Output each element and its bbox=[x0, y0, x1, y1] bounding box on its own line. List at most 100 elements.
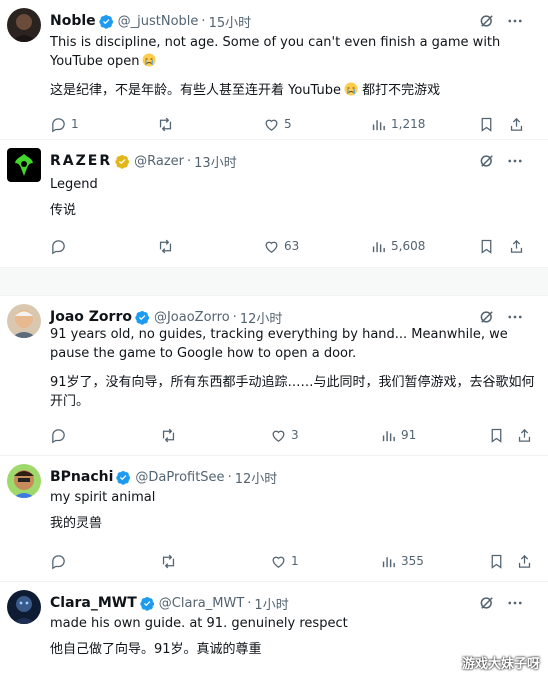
tweet-text-en: This is discipline, not age. Some of you… bbox=[50, 35, 501, 69]
repost-icon bbox=[159, 239, 172, 253]
share-button[interactable] bbox=[516, 550, 533, 572]
heart-icon bbox=[272, 430, 285, 442]
views-chart-icon bbox=[372, 241, 385, 252]
tweet-text-en: my spirit animal bbox=[50, 490, 156, 505]
separator-dot: · bbox=[187, 153, 192, 169]
tweet-text: 91 years old, no guides, tracking everyt… bbox=[50, 325, 536, 411]
author-name[interactable]: BPnachi bbox=[50, 469, 113, 485]
bookmark-button[interactable] bbox=[478, 235, 495, 257]
tweet-razer[interactable]: RAZER @Razer · 13小时 Legend 传说 63 5,608 bbox=[0, 140, 548, 268]
tweet-bpnachi[interactable]: BPnachi @DaProfitSee · 12小时 my spirit an… bbox=[0, 456, 548, 582]
bookmark-icon bbox=[481, 117, 492, 132]
reply-button[interactable] bbox=[50, 235, 71, 257]
views-button[interactable]: 91 bbox=[380, 424, 416, 446]
heart-icon bbox=[265, 241, 278, 253]
separator-dot: · bbox=[232, 309, 237, 325]
author-handle[interactable]: @_justNoble bbox=[118, 14, 199, 29]
avatar-clara-mwt[interactable] bbox=[7, 590, 41, 624]
views-button[interactable]: 5,608 bbox=[370, 235, 425, 257]
more-options-icon[interactable] bbox=[506, 594, 524, 612]
share-button[interactable] bbox=[516, 424, 533, 446]
repost-icon bbox=[162, 428, 175, 442]
separator-dot: · bbox=[227, 469, 232, 485]
tweet-text-cn: 这是纪律，不是年龄。有些人甚至连开着 YouTube 都打不完游戏 bbox=[50, 82, 441, 98]
verified-badge-icon bbox=[140, 596, 155, 611]
views-button[interactable]: 1,218 bbox=[370, 113, 425, 135]
share-button[interactable] bbox=[508, 113, 525, 135]
like-count: 5 bbox=[284, 117, 292, 131]
share-button[interactable] bbox=[508, 235, 525, 257]
grok-icon[interactable] bbox=[478, 594, 496, 612]
reply-button[interactable] bbox=[50, 424, 71, 446]
tweet-header: RAZER @Razer · 13小时 bbox=[50, 151, 538, 171]
tweet-text: Legend 传说 bbox=[50, 175, 536, 220]
more-options-icon[interactable] bbox=[506, 308, 524, 326]
repost-button[interactable] bbox=[160, 550, 181, 572]
tweet-text-en: made his own guide. at 91. genuinely res… bbox=[50, 616, 348, 631]
grok-icon[interactable] bbox=[478, 12, 496, 30]
more-options-icon[interactable] bbox=[506, 12, 524, 30]
author-handle[interactable]: @Razer bbox=[134, 154, 184, 169]
avatar-bpnachi[interactable] bbox=[7, 464, 41, 498]
author-handle[interactable]: @Clara_MWT bbox=[159, 596, 244, 611]
author-name[interactable]: Joao Zorro bbox=[50, 309, 132, 325]
avatar-razer[interactable] bbox=[7, 148, 41, 182]
bookmark-button[interactable] bbox=[488, 424, 505, 446]
like-button[interactable]: 1 bbox=[270, 550, 299, 572]
bookmark-icon bbox=[491, 554, 502, 569]
views-chart-icon bbox=[372, 119, 385, 130]
reply-button[interactable] bbox=[50, 550, 71, 572]
timestamp[interactable]: 12小时 bbox=[235, 468, 278, 487]
share-icon bbox=[518, 428, 531, 442]
tweet-joao-zorro[interactable]: Joao Zorro @JoaoZorro · 12小时 91 years ol… bbox=[0, 296, 548, 456]
share-icon bbox=[510, 239, 523, 253]
heart-icon bbox=[272, 556, 285, 568]
reply-icon bbox=[52, 554, 65, 569]
like-button[interactable]: 3 bbox=[270, 424, 299, 446]
verified-badge-icon bbox=[116, 470, 131, 485]
tweet-header: Clara_MWT @Clara_MWT · 1小时 bbox=[50, 593, 538, 613]
author-handle[interactable]: @JoaoZorro bbox=[154, 310, 230, 325]
repost-button[interactable] bbox=[157, 113, 178, 135]
avatar-joao-zorro[interactable] bbox=[7, 304, 41, 338]
timestamp[interactable]: 1小时 bbox=[254, 594, 288, 613]
views-button[interactable]: 355 bbox=[380, 550, 424, 572]
author-name[interactable]: RAZER bbox=[50, 153, 112, 169]
bookmark-button[interactable] bbox=[478, 113, 495, 135]
bookmark-icon bbox=[481, 239, 492, 254]
avatar-noble[interactable] bbox=[7, 8, 41, 42]
thread-separator bbox=[0, 268, 548, 296]
tweet-actions: 1 5 1,218 bbox=[50, 113, 532, 135]
repost-button[interactable] bbox=[160, 424, 181, 446]
verified-badge-icon bbox=[135, 310, 150, 325]
crying-face-emoji-icon bbox=[344, 82, 358, 96]
timestamp[interactable]: 13小时 bbox=[194, 152, 237, 171]
author-name[interactable]: Noble bbox=[50, 13, 96, 29]
tweet-header: Noble @_justNoble · 15小时 bbox=[50, 11, 538, 31]
timestamp[interactable]: 12小时 bbox=[240, 308, 283, 327]
repost-button[interactable] bbox=[157, 235, 178, 257]
grok-icon[interactable] bbox=[478, 308, 496, 326]
tweet-actions: 1 355 bbox=[50, 550, 532, 572]
share-icon bbox=[518, 554, 531, 568]
timestamp[interactable]: 15小时 bbox=[209, 12, 252, 31]
author-name[interactable]: Clara_MWT bbox=[50, 595, 137, 611]
like-button[interactable]: 5 bbox=[263, 113, 292, 135]
reply-icon bbox=[52, 117, 65, 132]
views-count: 91 bbox=[401, 428, 417, 442]
repost-icon bbox=[159, 117, 172, 131]
reply-icon bbox=[52, 428, 65, 443]
tweet-text-cn: 91岁了，没有向导，所有东西都手动追踪……与此同时，我们暂停游戏，去谷歌如何开门… bbox=[50, 375, 535, 409]
grok-icon[interactable] bbox=[478, 152, 496, 170]
tweet-text-cn: 传说 bbox=[50, 203, 77, 218]
like-button[interactable]: 63 bbox=[263, 235, 299, 257]
tweet-noble[interactable]: Noble @_justNoble · 15小时 This is discipl… bbox=[0, 0, 548, 140]
bookmark-button[interactable] bbox=[488, 550, 505, 572]
reply-button[interactable]: 1 bbox=[50, 113, 79, 135]
author-handle[interactable]: @DaProfitSee bbox=[135, 470, 224, 485]
more-options-icon[interactable] bbox=[506, 152, 524, 170]
separator-dot: · bbox=[201, 13, 206, 29]
tweet-actions: 3 91 bbox=[50, 424, 532, 446]
tweet-header: BPnachi @DaProfitSee · 12小时 bbox=[50, 467, 538, 487]
tweet-text-cn: 我的灵兽 bbox=[50, 516, 103, 531]
